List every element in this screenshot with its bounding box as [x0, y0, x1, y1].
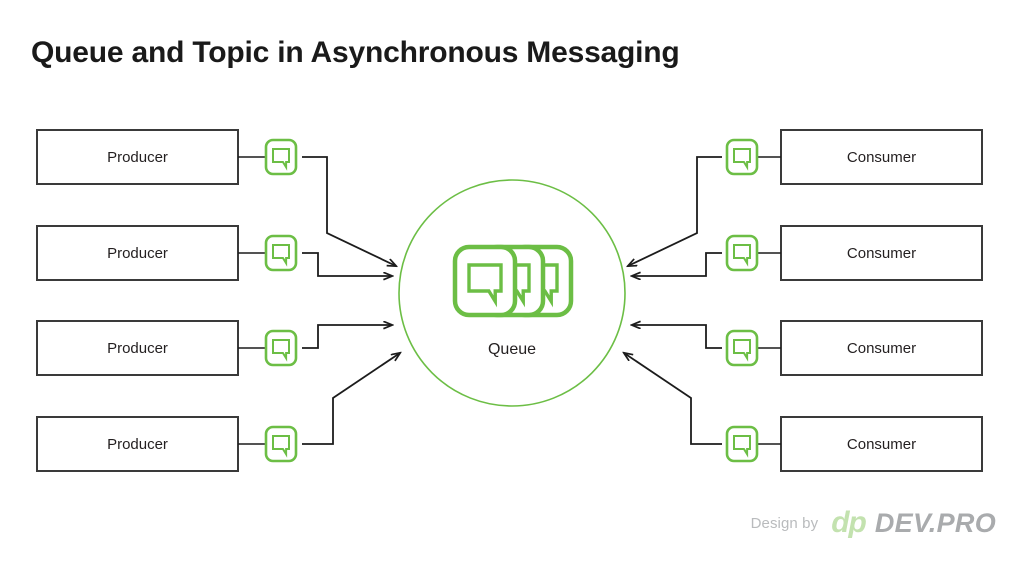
producer-message-icon	[264, 138, 298, 176]
consumer-flow-arrow	[624, 353, 722, 445]
devpro-logo-mark: dp	[831, 506, 867, 539]
consumer-flow-arrow	[632, 325, 722, 349]
consumer-node: Consumer	[725, 129, 983, 185]
consumer-label: Consumer	[847, 245, 916, 262]
consumer-node: Consumer	[725, 225, 983, 281]
producer-label: Producer	[107, 436, 168, 453]
producer-flow-arrow	[302, 252, 392, 276]
messaging-diagram: Producer Producer Producer Producer Consume…	[36, 129, 983, 472]
consumer-node: Consumer	[725, 416, 983, 472]
queue-message-icon	[452, 244, 518, 318]
producer-flow-arrow	[302, 156, 396, 266]
queue-node: Queue	[398, 179, 626, 407]
producer-node: Producer	[36, 416, 298, 472]
producer-node: Producer	[36, 320, 298, 376]
producer-message-icon	[264, 425, 298, 463]
devpro-logo: dp DEV.PRO	[831, 508, 996, 538]
consumer-label: Consumer	[847, 149, 916, 166]
producer-message-icon	[264, 329, 298, 367]
producer-label: Producer	[107, 340, 168, 357]
producer-node: Producer	[36, 129, 298, 185]
producer-node: Producer	[36, 225, 298, 281]
consumer-message-icon	[725, 329, 759, 367]
consumer-flow-arrow	[628, 156, 722, 266]
footer-credit: Design by dp DEV.PRO	[751, 508, 996, 538]
consumer-label: Consumer	[847, 436, 916, 453]
producer-flow-arrow	[302, 353, 400, 445]
consumer-message-icon	[725, 425, 759, 463]
producer-message-icon	[264, 234, 298, 272]
producer-label: Producer	[107, 149, 168, 166]
producer-flow-arrow	[302, 325, 392, 349]
queue-label: Queue	[488, 341, 536, 358]
producer-group: Producer Producer Producer Producer	[36, 129, 298, 472]
design-credit-label: Design by	[750, 514, 819, 532]
producer-label: Producer	[107, 245, 168, 262]
consumer-label: Consumer	[847, 340, 916, 357]
consumer-message-icon	[725, 234, 759, 272]
consumer-flow-arrow	[632, 252, 722, 276]
consumer-message-icon	[725, 138, 759, 176]
consumer-group: Consumer Consumer Consumer Consumer	[725, 129, 983, 472]
consumer-node: Consumer	[725, 320, 983, 376]
devpro-logo-wordmark: DEV.PRO	[874, 507, 996, 538]
